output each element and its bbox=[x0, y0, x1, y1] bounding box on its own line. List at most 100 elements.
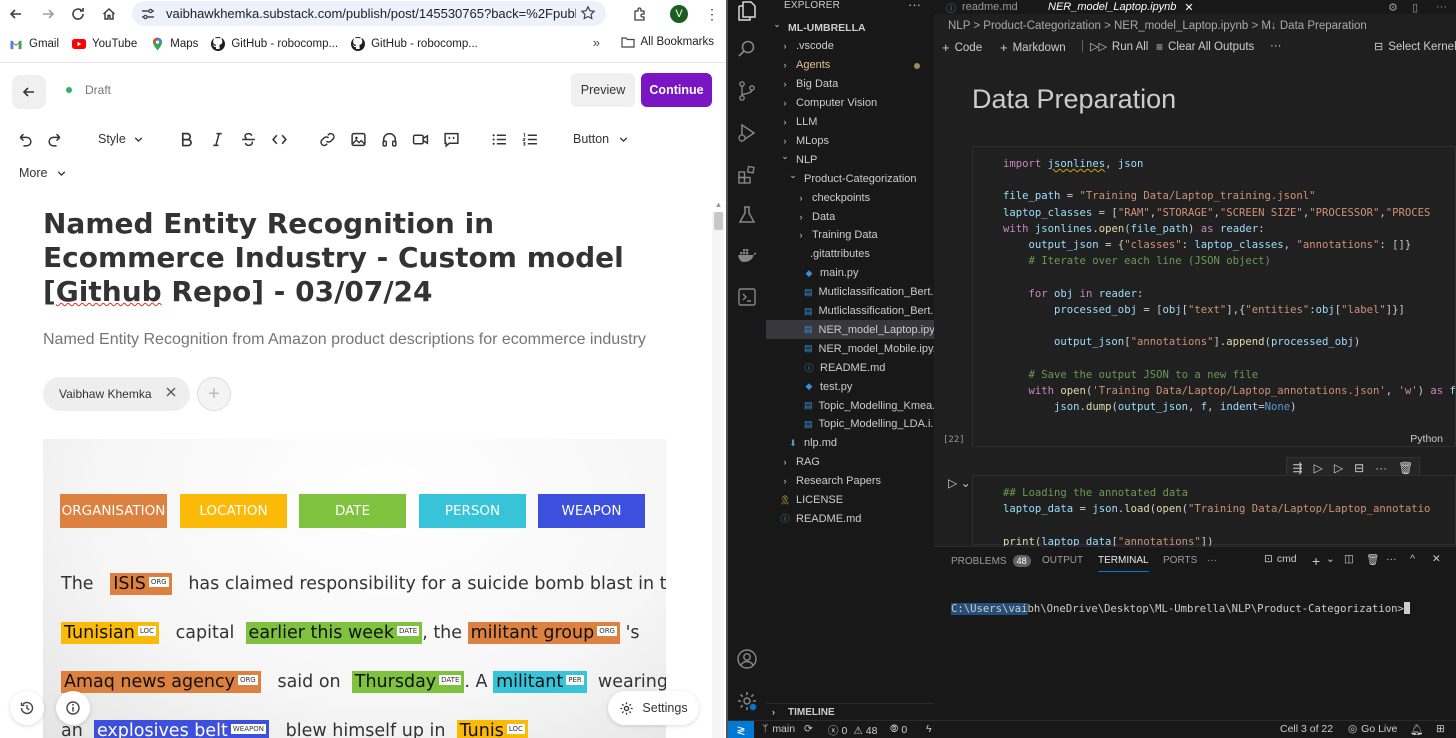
editor-back-button[interactable] bbox=[12, 75, 46, 109]
image-icon[interactable] bbox=[350, 124, 367, 154]
explorer-more-icon[interactable]: ··· bbox=[908, 0, 921, 12]
file-item[interactable]: 🎗︎ LICENSE bbox=[766, 491, 934, 510]
go-live-button[interactable]: ◎ Go Live bbox=[1348, 723, 1397, 735]
numbered-list-icon[interactable] bbox=[522, 124, 539, 154]
new-terminal-icon[interactable]: + bbox=[1312, 553, 1320, 569]
accounts-status-icon[interactable]: ⊞ bbox=[1436, 723, 1445, 735]
cell-more-icon[interactable]: ··· bbox=[1375, 461, 1387, 475]
site-settings-icon[interactable] bbox=[140, 6, 156, 22]
notifications-bell-icon[interactable]: 🔔︎ bbox=[1410, 723, 1423, 736]
kill-terminal-icon[interactable]: 🗑 bbox=[1366, 553, 1379, 566]
undo-icon[interactable] bbox=[16, 124, 33, 154]
select-kernel-button[interactable]: ⊟ Select Kernel bbox=[1374, 40, 1456, 54]
testing-icon[interactable] bbox=[736, 204, 758, 226]
author-chip[interactable]: Vaibhaw Khemka bbox=[43, 377, 190, 411]
code-content[interactable]: import jsonlines, json file_path = "Trai… bbox=[1003, 156, 1456, 415]
redo-icon[interactable] bbox=[47, 124, 64, 154]
maximize-panel-icon[interactable]: ^ bbox=[1410, 553, 1415, 565]
timeline-section[interactable]: › TIMELINE bbox=[766, 703, 934, 720]
close-panel-icon[interactable]: ✕ bbox=[1432, 553, 1441, 565]
run-cell-icon[interactable]: ▷ ⌄ bbox=[948, 476, 971, 490]
notebook-more-icon[interactable]: ··· bbox=[1270, 40, 1282, 52]
remote-indicator[interactable]: ≷ bbox=[728, 721, 754, 738]
tab-ner-model-laptop[interactable]: NER_model_Laptop.ipynb ✕ bbox=[1048, 0, 1194, 14]
file-item[interactable]: .gitattributes bbox=[766, 245, 934, 264]
post-title[interactable]: Named Entity Recognition in Ecommerce In… bbox=[43, 207, 683, 309]
history-button[interactable] bbox=[10, 691, 44, 725]
folder-item[interactable]: › Agents bbox=[766, 56, 934, 75]
folder-item[interactable]: › Training Data bbox=[766, 226, 934, 245]
remote-explorer-icon[interactable] bbox=[736, 286, 758, 308]
file-item[interactable]: ⓘ README.md bbox=[766, 358, 934, 377]
clear-outputs-button[interactable]: ≡ Clear All Outputs bbox=[1156, 40, 1254, 54]
file-item[interactable]: ▤ Mutliclassification_Bert... bbox=[766, 302, 934, 321]
folder-item[interactable]: › MLops bbox=[766, 131, 934, 150]
headphones-icon[interactable] bbox=[381, 124, 398, 154]
run-debug-icon[interactable] bbox=[736, 122, 758, 144]
back-icon[interactable] bbox=[2, 0, 30, 28]
extensions-icon[interactable] bbox=[620, 0, 660, 28]
split-editor-icon[interactable]: ▯ bbox=[1412, 0, 1418, 14]
profile-avatar[interactable]: V bbox=[670, 5, 688, 23]
bold-icon[interactable] bbox=[178, 124, 195, 154]
info-button[interactable] bbox=[56, 691, 90, 725]
execute-below-icon[interactable]: ▷ bbox=[1334, 461, 1343, 475]
code-icon[interactable] bbox=[271, 124, 288, 154]
preview-button[interactable]: Preview bbox=[571, 73, 635, 107]
continue-button[interactable]: Continue bbox=[641, 73, 712, 107]
bookmark-github-2[interactable]: GitHub - robocomp... bbox=[351, 37, 478, 51]
link-icon[interactable] bbox=[319, 124, 336, 154]
comment-quote-icon[interactable] bbox=[443, 124, 460, 154]
panel-tab-output[interactable]: OUTPUT bbox=[1042, 555, 1083, 566]
folder-item[interactable]: ⌄ Product-Categorization bbox=[766, 169, 934, 188]
search-icon[interactable] bbox=[736, 38, 758, 60]
docker-icon[interactable] bbox=[736, 244, 758, 266]
bookmark-github-1[interactable]: GitHub - robocomp... bbox=[211, 37, 338, 51]
reload-icon[interactable] bbox=[64, 0, 92, 28]
code-cell[interactable]: ## Loading the annotated data laptop_dat… bbox=[972, 475, 1456, 548]
folder-item[interactable]: › Research Papers bbox=[766, 472, 934, 491]
url-field[interactable]: vaibhawkhemka.substack.com/publish/post/… bbox=[132, 1, 606, 26]
close-icon[interactable]: ✕ bbox=[1184, 1, 1193, 14]
delete-cell-icon[interactable]: 🗑 bbox=[1398, 461, 1413, 475]
file-item[interactable]: ▤ NER_model_Laptop.ipy... bbox=[766, 320, 934, 340]
file-item[interactable]: ◆ main.py bbox=[766, 264, 934, 283]
folder-item[interactable]: › .vscode bbox=[766, 37, 934, 56]
strikethrough-icon[interactable] bbox=[240, 124, 257, 154]
problems-indicator[interactable]: ⓧ 0 ⚠ 48 bbox=[828, 723, 877, 738]
code-cell[interactable]: import jsonlines, json file_path = "Trai… bbox=[943, 146, 1456, 447]
explorer-icon[interactable] bbox=[736, 0, 758, 22]
bullet-list-icon[interactable] bbox=[491, 124, 508, 154]
panel-more-icon[interactable]: ··· bbox=[1207, 555, 1217, 566]
ner-example-image[interactable]: ORGANISATION LOCATION DATE PERSON WEAPON… bbox=[43, 439, 666, 738]
folder-item[interactable]: › Computer Vision bbox=[766, 94, 934, 113]
editor-more-icon[interactable]: ··· bbox=[1436, 0, 1447, 14]
branch-indicator[interactable]: ᛘ main bbox=[762, 723, 795, 735]
manage-gear-icon[interactable] bbox=[736, 690, 758, 712]
folder-item[interactable]: ⌄ NLP bbox=[766, 150, 934, 169]
panel-tab-problems[interactable]: PROBLEMS 48 bbox=[951, 555, 1031, 567]
sync-icon[interactable]: ⟳ bbox=[804, 723, 813, 735]
add-code-cell-button[interactable]: + Code bbox=[942, 40, 982, 55]
bookmark-youtube[interactable]: YouTube bbox=[72, 37, 137, 51]
file-item[interactable]: ⓘ README.md bbox=[766, 509, 934, 528]
cell-language[interactable]: Python bbox=[1410, 433, 1443, 445]
folder-item[interactable]: › Data bbox=[766, 207, 934, 226]
run-all-button[interactable]: ▷▷ Run All bbox=[1090, 40, 1148, 54]
tab-readme[interactable]: ⓘ readme.md bbox=[946, 0, 1018, 15]
bookmark-maps[interactable]: Maps bbox=[150, 37, 198, 51]
folder-item[interactable]: › RAG bbox=[766, 453, 934, 472]
workspace-root[interactable]: ⌄ ML-UMBRELLA bbox=[766, 18, 934, 37]
file-item[interactable]: ▤ Topic_Modelling_LDA.i... bbox=[766, 415, 934, 434]
add-author-button[interactable]: + bbox=[197, 377, 231, 411]
split-cell-icon[interactable]: ⊟ bbox=[1354, 461, 1364, 475]
style-dropdown[interactable]: Style bbox=[98, 124, 145, 154]
italic-icon[interactable] bbox=[209, 124, 226, 154]
remove-author-icon[interactable] bbox=[164, 385, 178, 399]
settings-button[interactable]: Settings bbox=[608, 691, 699, 725]
scroll-up-arrow[interactable]: ▲ bbox=[714, 200, 723, 210]
cell-indicator[interactable]: Cell 3 of 22 bbox=[1280, 723, 1333, 735]
button-dropdown[interactable]: Button bbox=[573, 124, 630, 154]
source-control-icon[interactable] bbox=[736, 80, 758, 102]
file-item[interactable]: ▤ NER_model_Mobile.ipy... bbox=[766, 339, 934, 358]
